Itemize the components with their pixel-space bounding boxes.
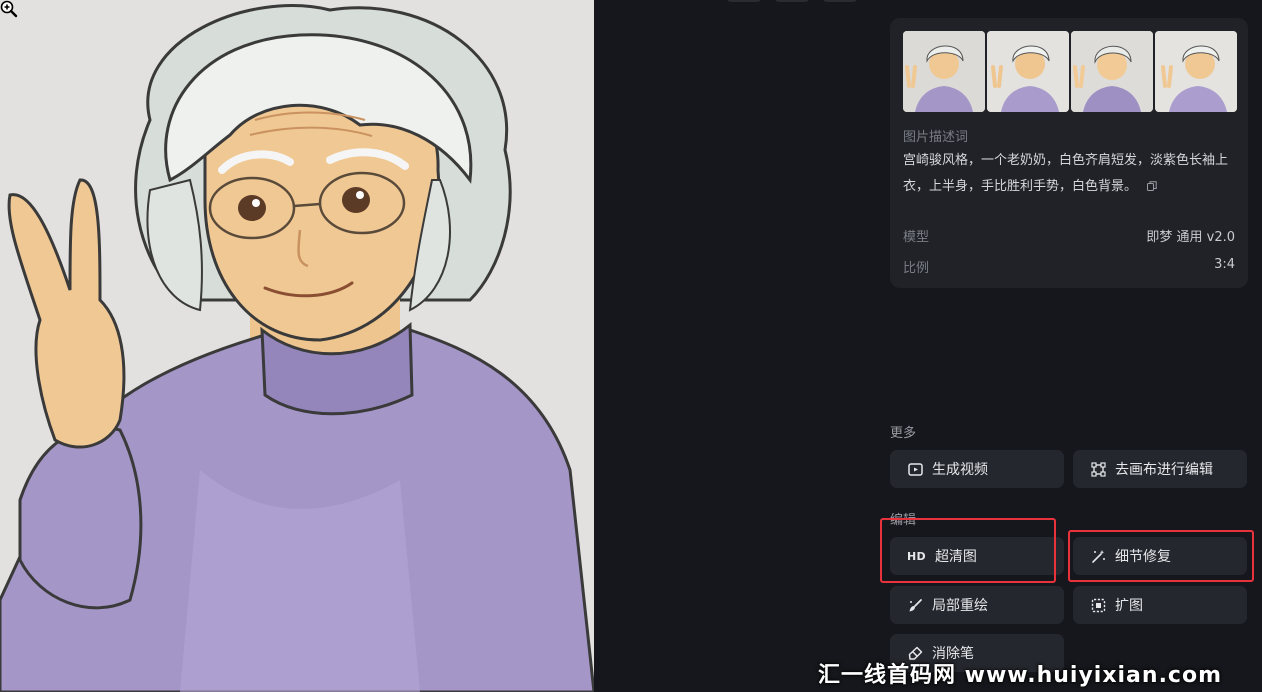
canvas-icon [1090, 461, 1106, 477]
thumbnail-4[interactable] [1155, 31, 1237, 112]
generated-image[interactable] [0, 0, 594, 692]
canvas-edit-label: 去画布进行编辑 [1115, 462, 1213, 478]
description-text[interactable]: 宫崎骏风格，一个老奶奶，白色齐肩短发，淡紫色长袖上衣，上半身，手比胜利手势，白色… [903, 148, 1239, 200]
watermark-text: 汇一线首码网 www.huiyixian.com [818, 663, 1223, 688]
expand-button[interactable]: 扩图 [1073, 586, 1247, 624]
thumbnail-strip [903, 31, 1237, 112]
video-icon [907, 461, 923, 477]
ratio-row: 比例 3:4 [903, 257, 1235, 276]
zoom-in-cursor-icon [0, 0, 18, 18]
thumbnail-3[interactable] [1071, 31, 1153, 112]
thumbnail-2[interactable] [987, 31, 1069, 112]
upscale-label: 超清图 [934, 549, 977, 565]
upscale-button[interactable]: HD 超清图 [890, 537, 1064, 575]
model-row: 模型 即梦 通用 v2.0 [903, 226, 1235, 245]
detail-fix-button[interactable]: 细节修复 [1073, 537, 1247, 575]
ratio-label: 比例 [903, 261, 930, 276]
toolbar-button-3[interactable] [823, 0, 857, 2]
expand-icon [1090, 597, 1106, 613]
image-info-card: 图片描述词 宫崎骏风格，一个老奶奶，白色齐肩短发，淡紫色长袖上衣，上半身，手比胜… [890, 18, 1248, 288]
more-section-title: 更多 [890, 426, 917, 441]
model-label: 模型 [903, 230, 930, 245]
detail-fix-label: 细节修复 [1115, 549, 1171, 565]
model-value: 即梦 通用 v2.0 [1146, 230, 1235, 245]
thumbnail-1[interactable] [903, 31, 985, 112]
toolbar-button-1[interactable] [727, 0, 761, 2]
description-label: 图片描述词 [903, 130, 969, 145]
magic-wand-icon [1090, 548, 1106, 564]
inpaint-label: 局部重绘 [932, 598, 988, 614]
hd-icon: HD [907, 549, 926, 563]
copy-icon[interactable] [1147, 175, 1157, 191]
edit-section-title: 编辑 [890, 513, 917, 528]
generate-video-label: 生成视频 [932, 462, 988, 478]
ratio-value: 3:4 [1214, 257, 1235, 272]
grandma-illustration [0, 0, 594, 692]
prompt-text: 宫崎骏风格，一个老奶奶，白色齐肩短发，淡紫色长袖上衣，上半身，手比胜利手势，白色… [903, 153, 1229, 194]
inpaint-button[interactable]: 局部重绘 [890, 586, 1064, 624]
toolbar-button-2[interactable] [775, 0, 809, 2]
canvas-edit-button[interactable]: 去画布进行编辑 [1073, 450, 1247, 488]
brush-icon [907, 597, 923, 613]
app-window: 图片描述词 宫崎骏风格，一个老奶奶，白色齐肩短发，淡紫色长袖上衣，上半身，手比胜… [0, 0, 1262, 692]
expand-label: 扩图 [1115, 598, 1143, 614]
generate-video-button[interactable]: 生成视频 [890, 450, 1064, 488]
